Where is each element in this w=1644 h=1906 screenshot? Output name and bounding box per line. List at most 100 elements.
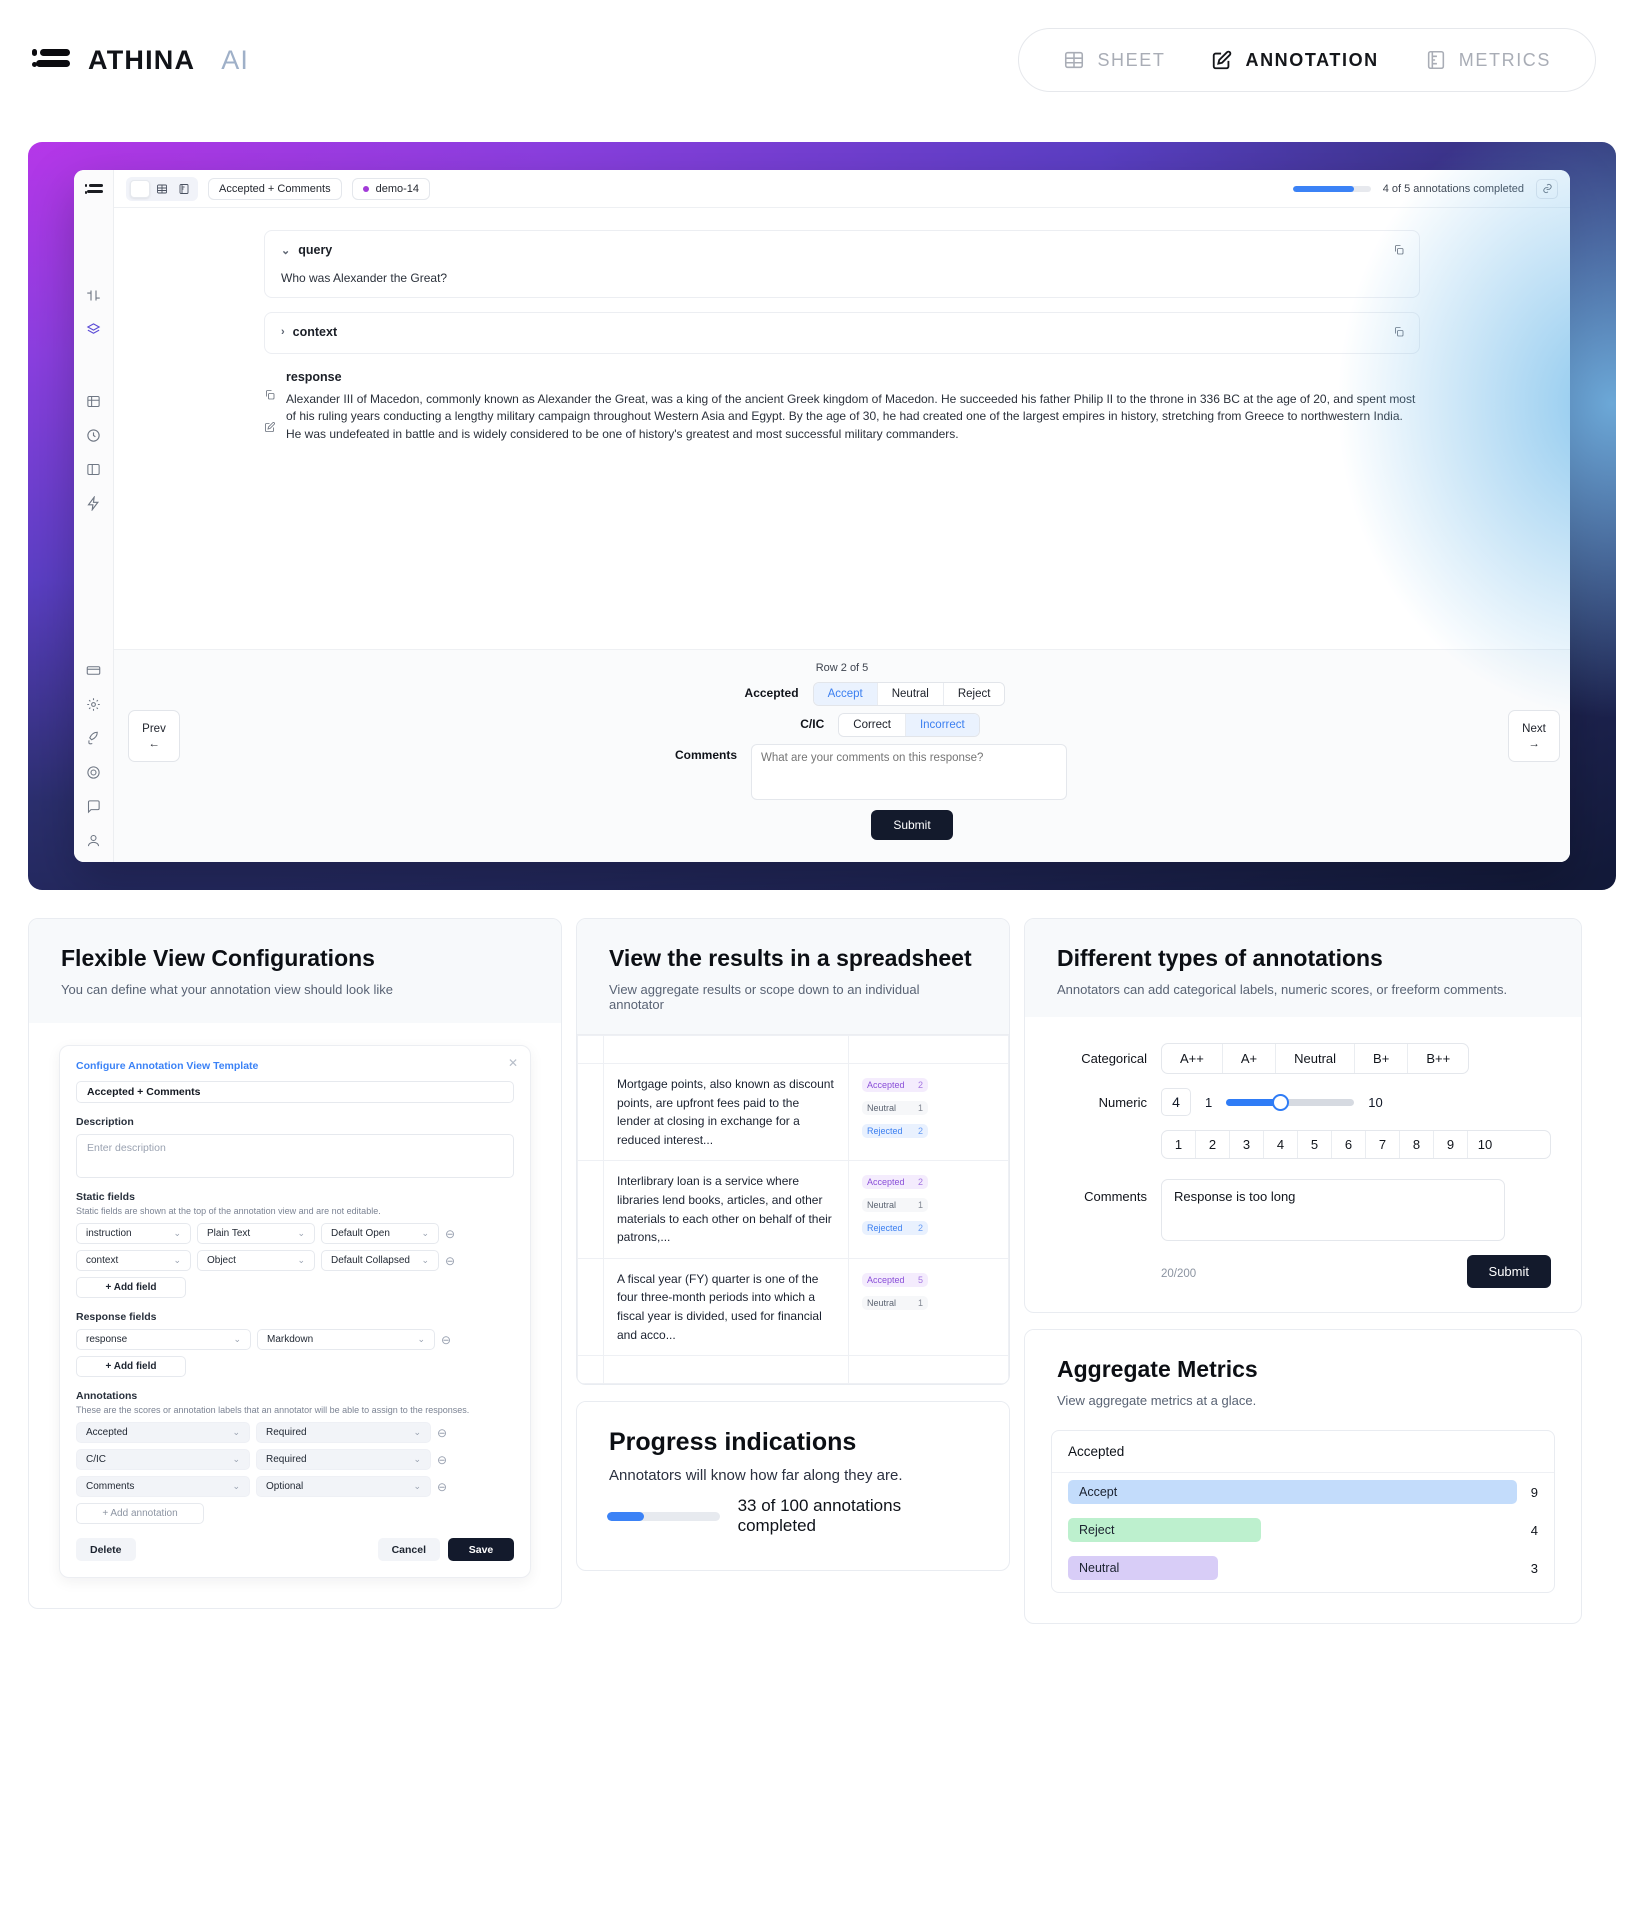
numeric-scale-2[interactable]: 2 (1196, 1131, 1230, 1158)
numeric-scale-7[interactable]: 7 (1366, 1131, 1400, 1158)
numeric-slider[interactable] (1226, 1093, 1355, 1111)
annotation-name-select[interactable]: Comments ⌄ (76, 1476, 250, 1497)
annotation-requirement-select[interactable]: Required ⌄ (256, 1449, 431, 1470)
comments-input[interactable] (751, 744, 1067, 800)
numeric-scale-1[interactable]: 1 (1162, 1131, 1196, 1158)
remove-field-icon[interactable]: ⊖ (445, 1254, 455, 1268)
copy-icon[interactable] (1393, 243, 1405, 261)
numeric-scale-3[interactable]: 3 (1230, 1131, 1264, 1158)
tab-sheet[interactable]: SHEET (1063, 49, 1165, 71)
categorical-option-1[interactable]: A+ (1223, 1044, 1277, 1073)
categorical-option-2[interactable]: Neutral (1276, 1044, 1356, 1073)
view-mode-switch[interactable] (126, 176, 198, 201)
numeric-scale-8[interactable]: 8 (1400, 1131, 1434, 1158)
response-field-type-select[interactable]: Markdown ⌄ (257, 1329, 435, 1350)
delete-button[interactable]: Delete (76, 1538, 136, 1561)
next-button[interactable]: Next → (1508, 710, 1560, 762)
card-progress-subtitle: Annotators will know how far along they … (609, 1467, 903, 1485)
annotation-requirement-select[interactable]: Optional ⌄ (256, 1476, 431, 1497)
static-field-type-select[interactable]: Plain Text ⌄ (197, 1223, 315, 1244)
numeric-scale-9[interactable]: 9 (1434, 1131, 1468, 1158)
add-static-field-button[interactable]: + Add field (76, 1277, 186, 1298)
accepted-options: Accept Neutral Reject (812, 682, 1006, 706)
static-field-display-select[interactable]: Default Collapsed ⌄ (321, 1250, 439, 1271)
metrics-view-icon[interactable] (174, 180, 194, 198)
response-field-name-select[interactable]: response ⌄ (76, 1329, 251, 1350)
remove-annotation-icon[interactable]: ⊖ (437, 1453, 447, 1467)
progress-label: 33 of 100 annotations completed (737, 1496, 902, 1536)
field-query-header[interactable]: ⌄ query (281, 243, 1403, 257)
slider-handle[interactable] (1272, 1093, 1290, 1111)
edit-icon[interactable] (264, 420, 276, 438)
column-middle: View the results in a spreadsheet View a… (576, 918, 1010, 1572)
static-field-type-select[interactable]: Object ⌄ (197, 1250, 315, 1271)
remove-field-icon[interactable]: ⊖ (445, 1227, 455, 1241)
cic-option-incorrect[interactable]: Incorrect (905, 714, 979, 736)
sidebar-compare-icon[interactable] (86, 288, 101, 303)
template-name-input[interactable]: Accepted + Comments (76, 1081, 514, 1103)
copy-icon[interactable] (1393, 325, 1405, 343)
field-context: › context (264, 312, 1420, 354)
chevron-down-icon[interactable]: ⌄ (281, 244, 290, 257)
categorical-option-0[interactable]: A++ (1162, 1044, 1223, 1073)
template-pill[interactable]: Accepted + Comments (208, 177, 342, 200)
categorical-option-3[interactable]: B+ (1355, 1044, 1409, 1073)
numeric-scale-10[interactable]: 10 (1468, 1131, 1502, 1158)
static-field-name-select[interactable]: context ⌄ (76, 1250, 191, 1271)
sidebar-target-icon[interactable] (86, 765, 101, 780)
prev-button[interactable]: Prev ← (128, 710, 180, 762)
sidebar-datasets-icon[interactable] (86, 322, 101, 337)
submit-button[interactable]: Submit (871, 810, 953, 840)
annotation-name-select[interactable]: C/IC ⌄ (76, 1449, 250, 1470)
arrow-left-icon: ← (148, 737, 160, 750)
numeric-scale-6[interactable]: 6 (1332, 1131, 1366, 1158)
sidebar-account-icon[interactable] (86, 833, 101, 848)
sidebar-settings-icon[interactable] (86, 697, 101, 712)
field-query-name: query (298, 243, 333, 257)
description-input[interactable]: Enter description (76, 1134, 514, 1178)
submit-button[interactable]: Submit (1466, 1255, 1551, 1288)
remove-field-icon[interactable]: ⊖ (441, 1333, 451, 1347)
link-icon[interactable] (1536, 178, 1558, 199)
numeric-scale-4[interactable]: 4 (1264, 1131, 1298, 1158)
remove-annotation-icon[interactable]: ⊖ (437, 1480, 447, 1494)
tab-annotation[interactable]: ANNOTATION (1211, 49, 1378, 71)
annotation-requirement-select[interactable]: Required ⌄ (256, 1422, 431, 1443)
sidebar-bolt-icon[interactable] (86, 496, 101, 511)
add-annotation-button[interactable]: + Add annotation (76, 1503, 204, 1524)
table-row[interactable]: Interlibrary loan is a service where lib… (577, 1160, 1009, 1259)
sidebar-panel-icon[interactable] (86, 462, 101, 477)
close-icon[interactable]: ✕ (508, 1056, 518, 1070)
field-context-header[interactable]: › context (281, 325, 1403, 339)
chevron-right-icon[interactable]: › (281, 326, 285, 338)
cancel-button[interactable]: Cancel (377, 1538, 440, 1561)
add-response-field-button[interactable]: + Add field (76, 1356, 186, 1377)
copy-icon[interactable] (264, 388, 276, 406)
cic-label: C/IC (800, 717, 825, 731)
sidebar-chat-icon[interactable] (86, 799, 101, 814)
save-button[interactable]: Save (448, 1538, 514, 1561)
sidebar-grid-icon[interactable] (86, 394, 101, 409)
static-field-name-select[interactable]: instruction ⌄ (76, 1223, 191, 1244)
comments-input[interactable]: Response is too long (1161, 1179, 1505, 1241)
sidebar-rocket-icon[interactable] (86, 731, 101, 746)
accepted-option-neutral[interactable]: Neutral (877, 683, 944, 705)
cic-option-correct[interactable]: Correct (839, 714, 906, 736)
table-row[interactable]: A fiscal year (FY) quarter is one of the… (577, 1257, 1009, 1357)
sidebar-card-icon[interactable] (86, 663, 101, 678)
numeric-scale-5[interactable]: 5 (1298, 1131, 1332, 1158)
static-field-display-select[interactable]: Default Open ⌄ (321, 1223, 439, 1244)
dataset-pill[interactable]: demo-14 (351, 177, 431, 200)
accepted-option-accept[interactable]: Accept (813, 683, 878, 705)
sheet-view-icon[interactable] (152, 180, 172, 198)
categorical-option-4[interactable]: B++ (1408, 1044, 1468, 1073)
sidebar-history-icon[interactable] (86, 428, 101, 443)
table-row[interactable]: Mortgage points, also known as discount … (577, 1062, 1009, 1162)
tab-metrics[interactable]: METRICS (1425, 49, 1551, 71)
annotation-view-icon[interactable] (130, 179, 150, 198)
accepted-option-reject[interactable]: Reject (943, 683, 1005, 705)
annotation-name-select[interactable]: Accepted ⌄ (76, 1422, 250, 1443)
remove-annotation-icon[interactable]: ⊖ (437, 1426, 447, 1440)
numeric-value-input[interactable]: 4 (1161, 1088, 1191, 1116)
annotation-name-value: Comments (86, 1481, 135, 1492)
